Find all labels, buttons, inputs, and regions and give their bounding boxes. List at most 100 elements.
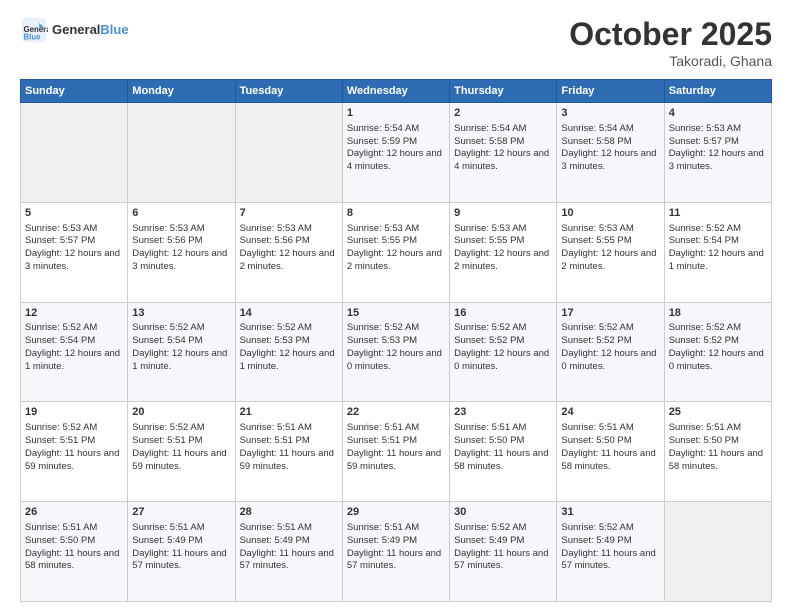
sunset-text: Sunset: 5:50 PM <box>669 435 767 448</box>
calendar-cell: 10Sunrise: 5:53 AMSunset: 5:55 PMDayligh… <box>557 202 664 302</box>
calendar-cell: 13Sunrise: 5:52 AMSunset: 5:54 PMDayligh… <box>128 302 235 402</box>
calendar-week-row: 5Sunrise: 5:53 AMSunset: 5:57 PMDaylight… <box>21 202 772 302</box>
calendar-cell: 20 Sunrise: 5:52 AMSunset: 5:51 PMDayligh… <box>128 402 235 502</box>
day-number: 20 <box>132 405 230 420</box>
daylight-text: Daylight: 12 hours and 0 minutes. <box>669 348 767 374</box>
daylight-text: Daylight: 11 hours and 57 minutes. <box>454 548 552 574</box>
weekday-header: Tuesday <box>235 80 342 103</box>
daylight-text: Daylight: 11 hours and 57 minutes. <box>240 548 338 574</box>
daylight-text: Daylight: 11 hours and 59 minutes. <box>347 448 445 474</box>
calendar-cell: 27Sunrise: 5:51 AMSunset: 5:49 PMDayligh… <box>128 502 235 602</box>
logo-icon: General Blue <box>20 16 48 44</box>
sunset-text: Sunset: 5:51 PM <box>132 435 230 448</box>
sunset-text: Sunset: 5:49 PM <box>132 535 230 548</box>
daylight-text: Daylight: 12 hours and 2 minutes. <box>347 248 445 274</box>
sunrise-text: Sunrise: 5:51 AM <box>347 522 445 535</box>
sunset-text: Sunset: 5:57 PM <box>669 136 767 149</box>
sunset-text: Sunset: 5:58 PM <box>454 136 552 149</box>
sunrise-text: Sunrise: 5:52 AM <box>132 422 230 435</box>
sunrise-text: Sunrise: 5:53 AM <box>25 223 123 236</box>
calendar-cell: 22Sunrise: 5:51 AMSunset: 5:51 PMDayligh… <box>342 402 449 502</box>
daylight-text: Daylight: 12 hours and 3 minutes. <box>25 248 123 274</box>
month-title: October 2025 <box>569 16 772 53</box>
day-number: 8 <box>347 206 445 221</box>
calendar-week-row: 19Sunrise: 5:52 AMSunset: 5:51 PMDayligh… <box>21 402 772 502</box>
calendar-cell: 4Sunrise: 5:53 AMSunset: 5:57 PMDaylight… <box>664 103 771 203</box>
day-number: 22 <box>347 405 445 420</box>
day-number: 25 <box>669 405 767 420</box>
sunset-text: Sunset: 5:49 PM <box>240 535 338 548</box>
logo-general: General <box>52 22 100 37</box>
daylight-text: Daylight: 12 hours and 0 minutes. <box>454 348 552 374</box>
sunrise-text: Sunrise: 5:53 AM <box>240 223 338 236</box>
daylight-text: Daylight: 11 hours and 58 minutes. <box>25 548 123 574</box>
sunset-text: Sunset: 5:54 PM <box>669 235 767 248</box>
daylight-text: Daylight: 12 hours and 4 minutes. <box>454 148 552 174</box>
sunset-text: Sunset: 5:55 PM <box>347 235 445 248</box>
day-number: 18 <box>669 306 767 321</box>
calendar-cell: 1Sunrise: 5:54 AMSunset: 5:59 PMDaylight… <box>342 103 449 203</box>
calendar-cell: 15Sunrise: 5:52 AMSunset: 5:53 PMDayligh… <box>342 302 449 402</box>
daylight-text: Daylight: 11 hours and 59 minutes. <box>132 448 230 474</box>
daylight-text: Daylight: 12 hours and 1 minute. <box>25 348 123 374</box>
sunrise-text: Sunrise: 5:52 AM <box>454 322 552 335</box>
weekday-header: Wednesday <box>342 80 449 103</box>
day-number: 11 <box>669 206 767 221</box>
sunrise-text: Sunrise: 5:54 AM <box>561 123 659 136</box>
sunrise-text: Sunrise: 5:52 AM <box>669 223 767 236</box>
sunset-text: Sunset: 5:53 PM <box>240 335 338 348</box>
sunset-text: Sunset: 5:56 PM <box>132 235 230 248</box>
sunset-text: Sunset: 5:50 PM <box>454 435 552 448</box>
day-number: 12 <box>25 306 123 321</box>
calendar-cell: 26Sunrise: 5:51 AMSunset: 5:50 PMDayligh… <box>21 502 128 602</box>
sunset-text: Sunset: 5:56 PM <box>240 235 338 248</box>
sunrise-text: Sunrise: 5:51 AM <box>240 522 338 535</box>
calendar-cell <box>664 502 771 602</box>
calendar-cell: 29Sunrise: 5:51 AMSunset: 5:49 PMDayligh… <box>342 502 449 602</box>
calendar-cell: 28Sunrise: 5:51 AMSunset: 5:49 PMDayligh… <box>235 502 342 602</box>
day-number: 29 <box>347 505 445 520</box>
calendar-week-row: 1Sunrise: 5:54 AMSunset: 5:59 PMDaylight… <box>21 103 772 203</box>
calendar-cell: 5 Sunrise: 5:53 AMSunset: 5:57 PMDaylight… <box>21 202 128 302</box>
calendar-cell: 19Sunrise: 5:52 AMSunset: 5:51 PMDayligh… <box>21 402 128 502</box>
calendar-table: SundayMondayTuesdayWednesdayThursdayFrid… <box>20 79 772 602</box>
calendar-cell: 14Sunrise: 5:52 AMSunset: 5:53 PMDayligh… <box>235 302 342 402</box>
day-number: 6 <box>132 206 230 221</box>
calendar-cell: 21Sunrise: 5:51 AMSunset: 5:51 PMDayligh… <box>235 402 342 502</box>
calendar-cell: 18Sunrise: 5:52 AMSunset: 5:52 PMDayligh… <box>664 302 771 402</box>
sunrise-text: Sunrise: 5:53 AM <box>347 223 445 236</box>
sunrise-text: Sunrise: 5:53 AM <box>669 123 767 136</box>
sunset-text: Sunset: 5:49 PM <box>454 535 552 548</box>
calendar-cell: 8 Sunrise: 5:53 AMSunset: 5:55 PMDaylight… <box>342 202 449 302</box>
sunset-text: Sunset: 5:54 PM <box>25 335 123 348</box>
calendar-cell: 9Sunrise: 5:53 AMSunset: 5:55 PMDaylight… <box>450 202 557 302</box>
sunrise-text: Sunrise: 5:51 AM <box>347 422 445 435</box>
weekday-header: Sunday <box>21 80 128 103</box>
sunrise-text: Sunrise: 5:52 AM <box>25 322 123 335</box>
sunset-text: Sunset: 5:54 PM <box>132 335 230 348</box>
sunrise-text: Sunrise: 5:52 AM <box>240 322 338 335</box>
header: General Blue GeneralBlue October 2025 Ta… <box>20 16 772 69</box>
daylight-text: Daylight: 12 hours and 2 minutes. <box>240 248 338 274</box>
daylight-text: Daylight: 12 hours and 1 minute. <box>132 348 230 374</box>
daylight-text: Daylight: 12 hours and 3 minutes. <box>561 148 659 174</box>
daylight-text: Daylight: 11 hours and 59 minutes. <box>240 448 338 474</box>
daylight-text: Daylight: 12 hours and 1 minute. <box>240 348 338 374</box>
title-block: October 2025 Takoradi, Ghana <box>569 16 772 69</box>
sunset-text: Sunset: 5:57 PM <box>25 235 123 248</box>
daylight-text: Daylight: 12 hours and 2 minutes. <box>561 248 659 274</box>
sunset-text: Sunset: 5:50 PM <box>25 535 123 548</box>
sunrise-text: Sunrise: 5:52 AM <box>132 322 230 335</box>
daylight-text: Daylight: 12 hours and 0 minutes. <box>561 348 659 374</box>
sunset-text: Sunset: 5:55 PM <box>561 235 659 248</box>
day-number: 4 <box>669 106 767 121</box>
daylight-text: Daylight: 12 hours and 2 minutes. <box>454 248 552 274</box>
calendar-cell: 11Sunrise: 5:52 AMSunset: 5:54 PMDayligh… <box>664 202 771 302</box>
day-number: 5 <box>25 206 123 221</box>
sunset-text: Sunset: 5:52 PM <box>669 335 767 348</box>
day-number: 26 <box>25 505 123 520</box>
sunset-text: Sunset: 5:51 PM <box>240 435 338 448</box>
page: General Blue GeneralBlue October 2025 Ta… <box>0 0 792 612</box>
calendar-cell: 16Sunrise: 5:52 AMSunset: 5:52 PMDayligh… <box>450 302 557 402</box>
calendar-cell <box>128 103 235 203</box>
